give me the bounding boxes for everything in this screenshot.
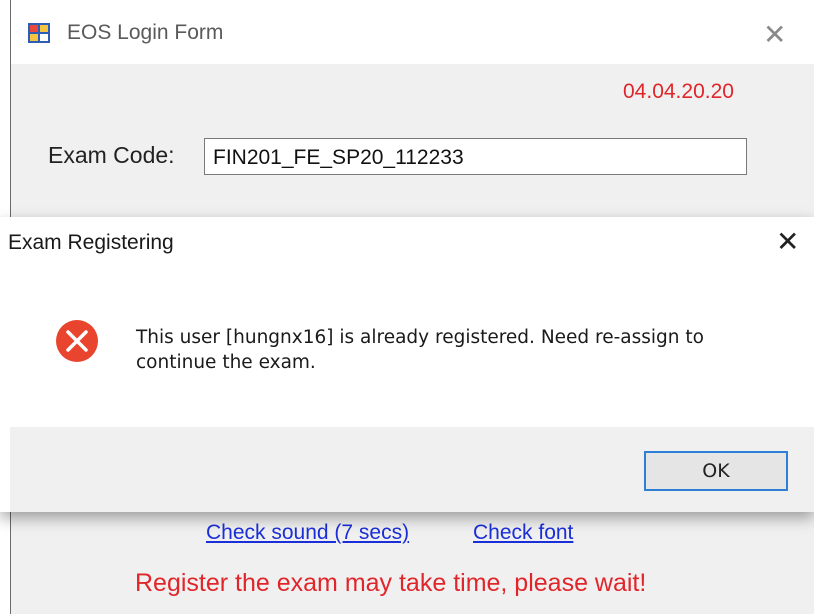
dialog-message-line1: This user [hungnx16] is already register… bbox=[136, 327, 704, 348]
wait-message: Register the exam may take time, please … bbox=[135, 569, 647, 597]
exam-code-input[interactable]: FIN201_FE_SP20_112233 bbox=[204, 138, 747, 175]
dialog-message-line2: continue the exam. bbox=[136, 352, 316, 373]
title-bar: EOS Login Form ✕ bbox=[11, 0, 814, 64]
exam-code-label: Exam Code: bbox=[48, 142, 175, 168]
exam-registering-dialog: Exam Registering ✕ This user [hungnx16] … bbox=[0, 217, 814, 512]
ok-button[interactable]: OK bbox=[644, 451, 788, 491]
date-label: 04.04.20.20 bbox=[623, 80, 734, 103]
check-sound-link[interactable]: Check sound (7 secs) bbox=[206, 521, 409, 545]
check-font-link[interactable]: Check font bbox=[473, 521, 573, 545]
dialog-footer: OK bbox=[10, 427, 814, 512]
close-icon[interactable]: ✕ bbox=[763, 18, 786, 51]
dialog-close-icon[interactable]: ✕ bbox=[776, 225, 799, 258]
app-icon bbox=[28, 23, 50, 43]
dialog-title: Exam Registering bbox=[8, 231, 174, 254]
dialog-message: This user [hungnx16] is already register… bbox=[136, 325, 776, 375]
error-icon bbox=[56, 320, 98, 362]
window-title: EOS Login Form bbox=[67, 21, 224, 44]
